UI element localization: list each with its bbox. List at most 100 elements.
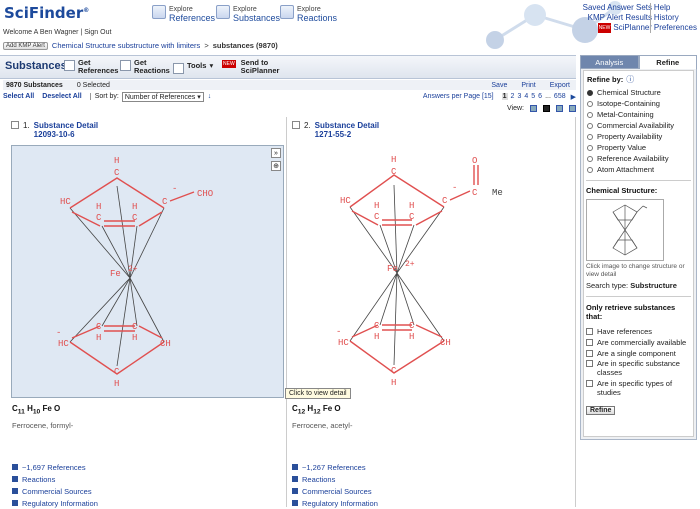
breadcrumb-current: substances (9870): [212, 41, 278, 50]
save-link[interactable]: Save: [491, 82, 507, 89]
refine-option[interactable]: Isotope-Containing: [587, 98, 693, 109]
page-link[interactable]: 6: [538, 93, 542, 100]
sort-select[interactable]: Number of References ▾: [121, 91, 204, 102]
refine-option[interactable]: Atom Attachment: [587, 164, 693, 175]
page-link[interactable]: 1: [501, 93, 508, 100]
print-link[interactable]: Print: [521, 82, 535, 89]
partial-view-icon[interactable]: [556, 105, 563, 112]
cas-number[interactable]: 1271-55-2: [315, 130, 379, 139]
checkbox[interactable]: [586, 328, 593, 335]
commercial-sources-link[interactable]: Commercial Sources: [12, 485, 98, 497]
results-bar: 9870 Substances 0 Selected Save Print Ex…: [3, 80, 576, 90]
formula-element: Fe O: [322, 404, 341, 413]
refine-option[interactable]: Metal-Containing: [587, 109, 693, 120]
page-link[interactable]: 2: [511, 93, 515, 100]
radio-button[interactable]: [587, 89, 593, 96]
cas-number[interactable]: 12093-10-6: [34, 130, 98, 139]
structure-image[interactable]: H C HC C - CHO H H C C Fe 2+ C C H H - H…: [11, 145, 284, 398]
sciplanner-link[interactable]: NEW SciPlanner: [583, 23, 652, 33]
view-bar: View:: [3, 103, 576, 114]
commercial-sources-link[interactable]: Commercial Sources: [292, 485, 378, 497]
scifinder-logo[interactable]: SciFinder®: [4, 4, 89, 22]
retrieve-option[interactable]: Are in specific types of studies: [586, 379, 691, 399]
saved-answer-sets-link[interactable]: Saved Answer Sets: [583, 3, 652, 13]
regulatory-information-link[interactable]: Regulatory Information: [292, 497, 378, 509]
option-label: Chemical Structure: [597, 88, 661, 97]
export-link[interactable]: Export: [550, 82, 570, 89]
radio-button[interactable]: [587, 144, 593, 151]
get-references-button[interactable]: Get References: [64, 59, 118, 75]
refine-option[interactable]: Chemical Structure: [587, 87, 693, 98]
atom-label: CH: [160, 339, 171, 349]
substance-detail-link[interactable]: Substance Detail: [34, 121, 98, 130]
radio-button[interactable]: [587, 111, 593, 118]
radio-button[interactable]: [587, 166, 593, 173]
select-all-link[interactable]: Select All: [3, 93, 34, 100]
formula-count: 12: [297, 408, 306, 416]
select-checkbox[interactable]: [292, 121, 300, 129]
radio-button[interactable]: [587, 122, 593, 129]
atom-label: H: [96, 202, 101, 212]
references-link[interactable]: ~1,697 References: [12, 461, 98, 473]
get-reactions-button[interactable]: Get Reactions: [120, 59, 170, 75]
zoom-icon[interactable]: ⊕: [271, 161, 281, 171]
reactions-link[interactable]: Reactions: [12, 473, 98, 485]
atom-label: H: [391, 378, 396, 388]
retrieve-option[interactable]: Are in specific substance classes: [586, 359, 691, 379]
tools-menu[interactable]: Tools ▾: [173, 62, 213, 74]
reactions-link[interactable]: Reactions: [292, 473, 378, 485]
kmp-alert-results-link[interactable]: KMP Alert Results: [583, 13, 652, 23]
help-link[interactable]: Help: [654, 3, 697, 13]
history-link[interactable]: History: [654, 13, 697, 23]
atom-label: H: [374, 201, 379, 211]
query-structure-thumbnail[interactable]: [586, 199, 664, 261]
substance-detail-link[interactable]: Substance Detail: [315, 121, 379, 130]
retrieve-option[interactable]: Have references: [586, 326, 691, 337]
deselect-all-link[interactable]: Deselect All: [42, 93, 81, 100]
expand-icon[interactable]: »: [271, 148, 281, 158]
refine-option[interactable]: Property Value: [587, 142, 693, 153]
radio-button[interactable]: [587, 100, 593, 107]
explore-reactions-button[interactable]: Explore Reactions: [280, 4, 337, 23]
select-checkbox[interactable]: [11, 121, 19, 129]
full-view-icon[interactable]: [569, 105, 576, 112]
option-label: Atom Attachment: [597, 165, 655, 174]
explore-references-button[interactable]: Explore References: [152, 4, 215, 23]
references-link[interactable]: ~1,267 References: [292, 461, 378, 473]
next-page-icon[interactable]: ▶: [571, 93, 576, 101]
tab-refine[interactable]: Refine: [638, 55, 697, 69]
send-to-sciplanner-button[interactable]: NEW Send to SciPlanner: [222, 59, 279, 75]
checkbox[interactable]: [586, 339, 593, 346]
option-label: Commercial Availability: [597, 121, 674, 130]
reactions-icon: [12, 476, 18, 482]
add-kmp-alert-button[interactable]: Add KMP Alert: [3, 41, 48, 50]
breadcrumb: Add KMP Alert Chemical Structure substru…: [3, 41, 278, 50]
regulatory-information-link[interactable]: Regulatory Information: [12, 497, 98, 509]
checkbox[interactable]: [586, 380, 593, 387]
refine-option[interactable]: Property Availability: [587, 131, 693, 142]
refine-option[interactable]: Commercial Availability: [587, 120, 693, 131]
radio-button[interactable]: [587, 133, 593, 140]
help-icon[interactable]: ⓘ: [626, 74, 634, 85]
refine-option[interactable]: Reference Availability: [587, 153, 693, 164]
chevron-down-icon: ▾: [209, 61, 214, 70]
grid-view-icon[interactable]: [543, 105, 550, 112]
tab-analysis[interactable]: Analysis: [580, 55, 639, 69]
retrieve-option[interactable]: Are commercially available: [586, 337, 691, 348]
page-link[interactable]: 4: [524, 93, 528, 100]
page-link[interactable]: 658: [554, 93, 566, 100]
list-view-icon[interactable]: [530, 105, 537, 112]
radio-button[interactable]: [587, 155, 593, 162]
checkbox[interactable]: [586, 360, 593, 367]
breadcrumb-link[interactable]: Chemical Structure substructure with lim…: [52, 41, 200, 50]
sort-direction-icon[interactable]: ↓: [208, 93, 212, 100]
preferences-link[interactable]: Preferences: [654, 23, 697, 33]
explore-substances-button[interactable]: Explore Substances: [216, 4, 280, 23]
answers-per-page[interactable]: Answers per Page [15]: [423, 93, 494, 100]
page-link[interactable]: 5: [531, 93, 535, 100]
checkbox[interactable]: [586, 350, 593, 357]
refine-button[interactable]: Refine: [586, 406, 616, 415]
page-link[interactable]: 3: [517, 93, 521, 100]
retrieve-option[interactable]: Are a single component: [586, 348, 691, 359]
structure-image[interactable]: H C HC C - O C Me H H C C Fe 2+ C C H H …: [292, 145, 572, 398]
